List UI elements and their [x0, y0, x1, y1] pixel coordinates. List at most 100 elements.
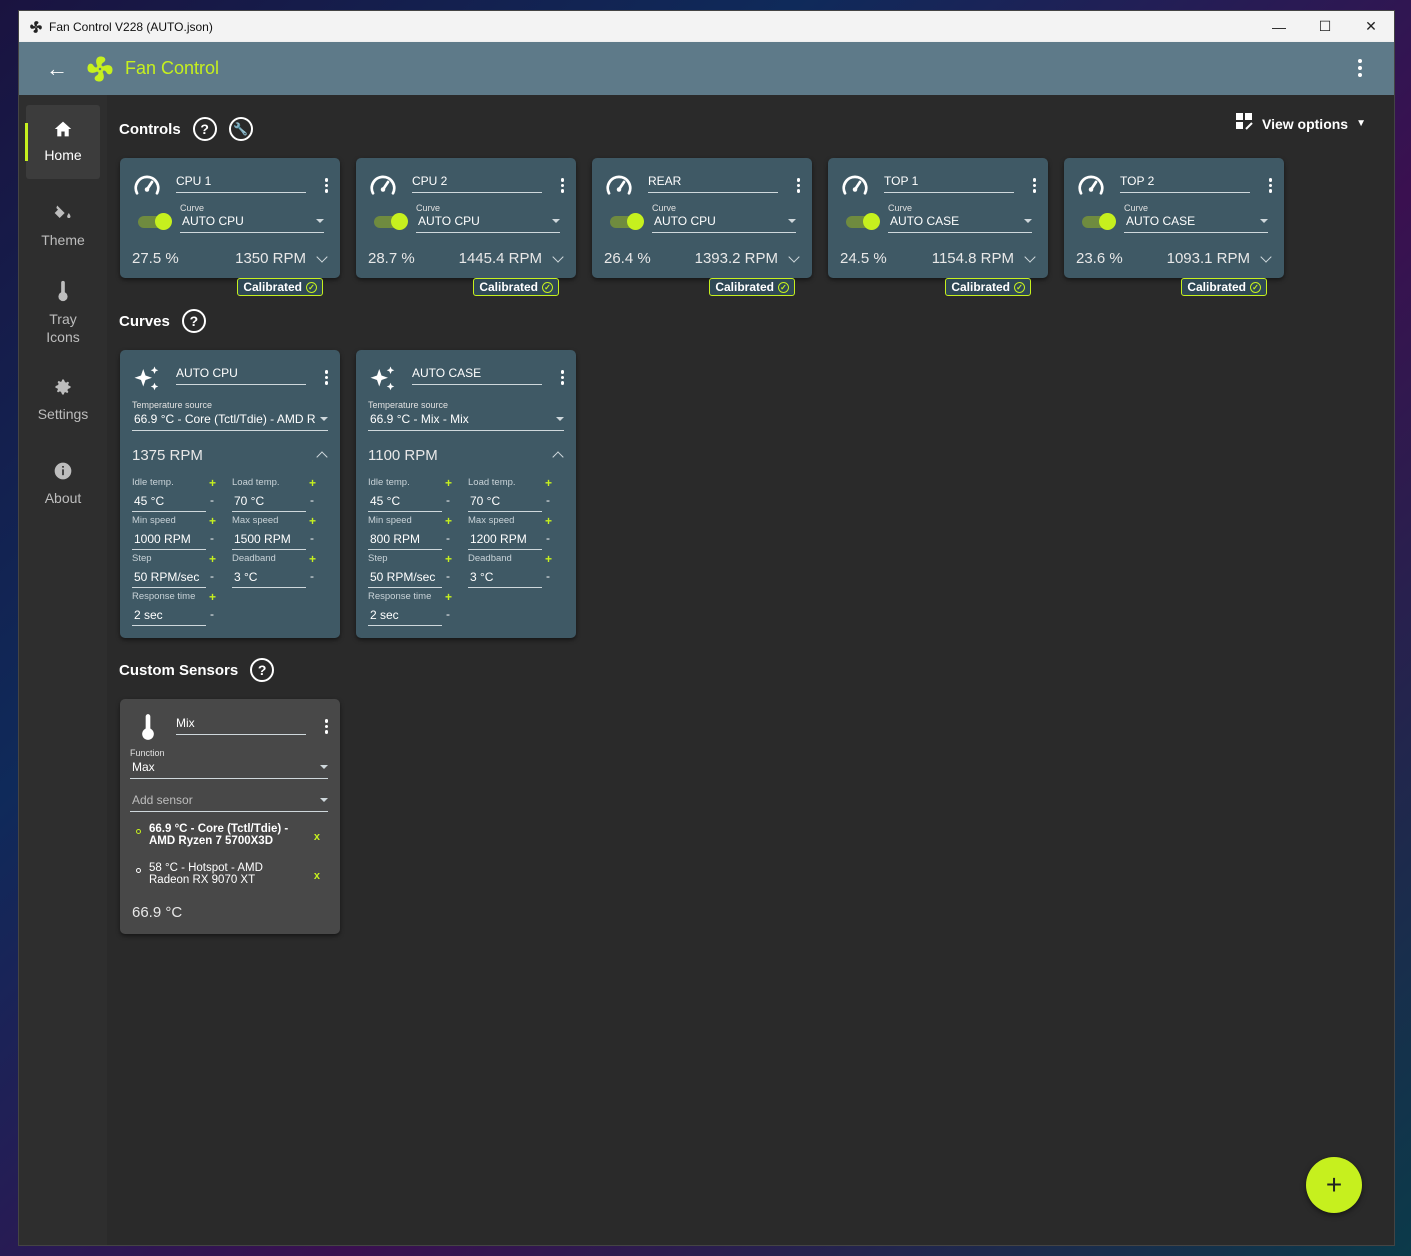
back-arrow-icon[interactable]: ← — [43, 55, 71, 83]
curve-name[interactable]: AUTO CPU — [176, 366, 306, 385]
field-value[interactable]: 2 sec — [132, 605, 206, 626]
increment-button[interactable]: + — [445, 514, 452, 528]
step-field[interactable]: Step 50 RPM/sec — [368, 553, 442, 588]
control-enable-toggle[interactable] — [374, 213, 408, 230]
minimize-button[interactable]: — — [1256, 11, 1302, 42]
decrement-button[interactable]: - — [546, 493, 550, 507]
kebab-menu-icon[interactable] — [324, 719, 328, 734]
curve-dropdown[interactable]: AUTO CPU — [416, 214, 560, 233]
control-name[interactable]: CPU 2 — [412, 174, 542, 193]
collapse-chevron-icon[interactable] — [316, 451, 328, 463]
control-name[interactable]: TOP 1 — [884, 174, 1014, 193]
decrement-button[interactable]: - — [310, 569, 314, 583]
control-name[interactable]: CPU 1 — [176, 174, 306, 193]
decrement-button[interactable]: - — [210, 569, 214, 583]
curve-dropdown[interactable]: AUTO CPU — [180, 214, 324, 233]
sidebar-item-theme[interactable]: Theme — [26, 189, 100, 263]
increment-button[interactable]: + — [209, 476, 216, 490]
wrench-icon[interactable]: 🔧 — [228, 117, 253, 141]
field-value[interactable]: 50 RPM/sec — [132, 567, 206, 588]
deadband-field[interactable]: Deadband 3 °C — [232, 553, 306, 588]
field-value[interactable]: 70 °C — [468, 491, 542, 512]
help-icon[interactable]: ? — [192, 117, 217, 141]
increment-button[interactable]: + — [209, 590, 216, 604]
expand-chevron-icon[interactable] — [1260, 251, 1272, 263]
idle-temp-field[interactable]: Idle temp. 45 °C — [368, 477, 442, 512]
decrement-button[interactable]: - — [546, 531, 550, 545]
field-value[interactable]: 3 °C — [468, 567, 542, 588]
remove-sensor-button[interactable]: x — [314, 831, 320, 843]
expand-chevron-icon[interactable] — [552, 251, 564, 263]
increment-button[interactable]: + — [445, 476, 452, 490]
control-enable-toggle[interactable] — [610, 213, 644, 230]
decrement-button[interactable]: - — [310, 531, 314, 545]
increment-button[interactable]: + — [209, 514, 216, 528]
add-fab-button[interactable]: + — [1306, 1157, 1362, 1213]
kebab-menu-icon[interactable] — [1268, 178, 1272, 193]
field-value[interactable]: 45 °C — [132, 491, 206, 512]
increment-button[interactable]: + — [309, 514, 316, 528]
field-value[interactable]: 2 sec — [368, 605, 442, 626]
collapse-chevron-icon[interactable] — [552, 451, 564, 463]
load-temp-field[interactable]: Load temp. 70 °C — [232, 477, 306, 512]
add-sensor-dropdown[interactable]: Add sensor — [130, 793, 328, 812]
decrement-button[interactable]: - — [210, 493, 214, 507]
decrement-button[interactable]: - — [210, 531, 214, 545]
help-icon[interactable]: ? — [181, 309, 206, 333]
expand-chevron-icon[interactable] — [1024, 251, 1036, 263]
help-icon[interactable]: ? — [250, 658, 275, 682]
increment-button[interactable]: + — [545, 514, 552, 528]
kebab-menu-icon[interactable] — [1032, 178, 1036, 193]
max-speed-field[interactable]: Max speed 1200 RPM — [468, 515, 542, 550]
sidebar-item-about[interactable]: About — [26, 447, 100, 521]
remove-sensor-button[interactable]: x — [314, 870, 320, 882]
control-enable-toggle[interactable] — [1082, 213, 1116, 230]
function-dropdown[interactable]: Max — [130, 760, 328, 779]
curve-dropdown[interactable]: AUTO CASE — [888, 214, 1032, 233]
increment-button[interactable]: + — [309, 476, 316, 490]
sensor-list-item[interactable]: 58 °C - Hotspot - AMD Radeon RX 9070 XT — [136, 862, 326, 886]
increment-button[interactable]: + — [445, 590, 452, 604]
view-options-button[interactable]: View options ▼ — [1236, 113, 1366, 134]
max-speed-field[interactable]: Max speed 1500 RPM — [232, 515, 306, 550]
expand-chevron-icon[interactable] — [788, 251, 800, 263]
increment-button[interactable]: + — [445, 552, 452, 566]
decrement-button[interactable]: - — [446, 569, 450, 583]
decrement-button[interactable]: - — [310, 493, 314, 507]
temperature-source-dropdown[interactable]: 66.9 °C - Core (Tctl/Tdie) - AMD R — [132, 412, 328, 431]
decrement-button[interactable]: - — [446, 607, 450, 621]
expand-chevron-icon[interactable] — [316, 251, 328, 263]
min-speed-field[interactable]: Min speed 800 RPM — [368, 515, 442, 550]
control-name[interactable]: REAR — [648, 174, 778, 193]
field-value[interactable]: 45 °C — [368, 491, 442, 512]
curve-dropdown[interactable]: AUTO CASE — [1124, 214, 1268, 233]
curve-dropdown[interactable]: AUTO CPU — [652, 214, 796, 233]
field-value[interactable]: 3 °C — [232, 567, 306, 588]
kebab-menu-icon[interactable] — [324, 370, 328, 385]
field-value[interactable]: 1200 RPM — [468, 529, 542, 550]
field-value[interactable]: 1500 RPM — [232, 529, 306, 550]
maximize-button[interactable]: ☐ — [1302, 11, 1348, 42]
decrement-button[interactable]: - — [210, 607, 214, 621]
decrement-button[interactable]: - — [446, 531, 450, 545]
kebab-menu-icon[interactable] — [796, 178, 800, 193]
load-temp-field[interactable]: Load temp. 70 °C — [468, 477, 542, 512]
increment-button[interactable]: + — [545, 552, 552, 566]
increment-button[interactable]: + — [209, 552, 216, 566]
control-enable-toggle[interactable] — [846, 213, 880, 230]
sidebar-item-tray-icons[interactable]: Tray Icons — [26, 273, 100, 353]
field-value[interactable]: 800 RPM — [368, 529, 442, 550]
idle-temp-field[interactable]: Idle temp. 45 °C — [132, 477, 206, 512]
response-time-field[interactable]: Response time 2 sec — [368, 591, 442, 626]
kebab-menu-icon[interactable] — [560, 178, 564, 193]
decrement-button[interactable]: - — [446, 493, 450, 507]
field-value[interactable]: 50 RPM/sec — [368, 567, 442, 588]
increment-button[interactable]: + — [309, 552, 316, 566]
decrement-button[interactable]: - — [546, 569, 550, 583]
sidebar-item-settings[interactable]: Settings — [26, 363, 100, 437]
more-options-icon[interactable] — [1348, 56, 1372, 80]
control-name[interactable]: TOP 2 — [1120, 174, 1250, 193]
sensor-name[interactable]: Mix — [176, 716, 306, 735]
sidebar-item-home[interactable]: Home — [25, 105, 100, 179]
kebab-menu-icon[interactable] — [324, 178, 328, 193]
